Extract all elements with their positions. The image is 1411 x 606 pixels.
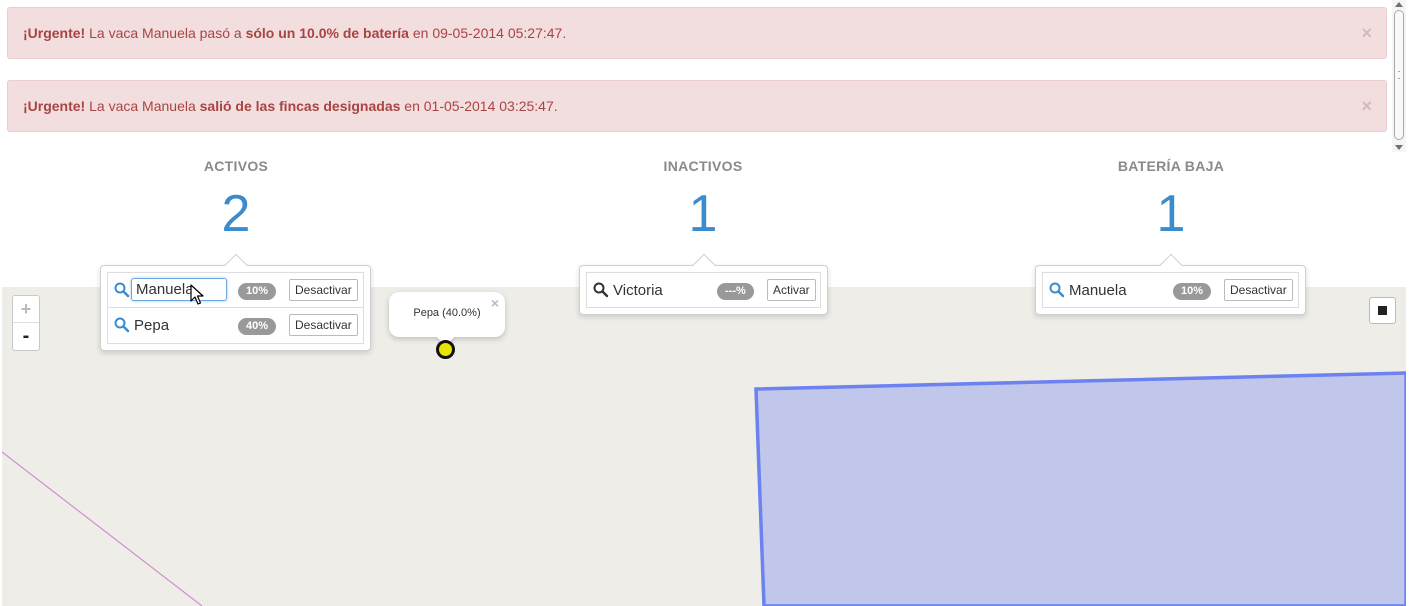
alert-text-end: en 09-05-2014 05:27:47. [408,25,567,41]
stat-title: ACTIVOS [203,158,269,174]
active-cows-popover: Manuela 10% Desactivar Pepa 40% Desactiv… [100,253,371,351]
battery-badge: ---% [717,283,754,300]
alert-prefix: ¡Urgente! [23,98,86,114]
alert-text: La vaca Manuela [85,98,200,114]
cow-name: Manuela [1069,282,1127,299]
stat-low-battery: BATERÍA BAJA 1 [1041,158,1301,242]
deactivate-button[interactable]: Desactivar [289,314,358,336]
activate-button[interactable]: Activar [767,279,816,301]
stat-value[interactable]: 1 [1041,186,1301,242]
alert-bold-text: sólo un 10.0% de batería [245,25,409,41]
stat-active: ACTIVOS 2 [106,158,366,242]
battery-badge: 10% [1173,283,1212,300]
stat-value[interactable]: 2 [106,186,366,242]
stat-title: INACTIVOS [663,158,743,174]
popup-text: Pepa (40.0%) [413,307,481,319]
cow-name: Victoria [613,282,663,299]
search-icon[interactable] [114,317,130,333]
map-road-line [2,451,203,606]
battery-badge: 40% [238,318,277,335]
battery-badge: 10% [238,283,277,300]
alert-close-button[interactable]: × [1361,81,1372,131]
alert-text-end: en 01-05-2014 03:25:47. [400,98,558,114]
stat-inactive: INACTIVOS 1 [573,158,833,242]
alert-prefix: ¡Urgente! [23,25,86,41]
cow-marker-pepa[interactable] [436,340,455,359]
farm-boundary-polygon[interactable] [754,371,1406,606]
low-battery-popover: Manuela 10% Desactivar [1035,253,1306,315]
deactivate-button[interactable]: Desactivar [1224,279,1293,301]
scroll-up-arrow-icon[interactable] [1395,2,1403,7]
cow-name: Pepa [134,317,170,334]
cow-row[interactable]: Victoria ---% Activar [586,272,821,308]
search-icon[interactable] [1049,282,1065,298]
zoom-out-button[interactable]: - [13,323,39,350]
scrollbar-thumb[interactable] [1394,10,1404,140]
alert-low-battery: ¡Urgente! La vaca Manuela pasó a sólo un… [7,7,1387,59]
cow-row[interactable]: Manuela 10% Desactivar [1042,272,1299,308]
alert-close-button[interactable]: × [1361,8,1372,58]
deactivate-button[interactable]: Desactivar [289,279,358,301]
stat-value[interactable]: 1 [573,186,833,242]
alert-left-farm: ¡Urgente! La vaca Manuela salió de las f… [7,80,1387,132]
alerts-scrollbar[interactable] [1392,0,1406,152]
alerts-panel: ¡Urgente! La vaca Manuela pasó a sólo un… [0,0,1392,152]
alert-bold-text: salió de las fincas designadas [199,98,401,114]
popup-close-button[interactable]: × [491,295,499,311]
stat-title: BATERÍA BAJA [1117,158,1225,174]
mouse-pointer-icon [190,284,204,305]
cow-row[interactable]: Pepa 40% Desactivar [107,308,364,344]
search-icon[interactable] [114,282,130,298]
scroll-down-arrow-icon[interactable] [1395,145,1403,150]
fullscreen-button[interactable] [1369,297,1396,324]
cow-name-input[interactable]: Manuela [131,278,227,301]
inactive-cows-popover: Victoria ---% Activar [579,253,828,315]
zoom-control: + - [12,295,40,351]
cow-row[interactable]: Manuela 10% Desactivar [107,272,364,308]
search-icon[interactable] [593,282,609,298]
alert-text: La vaca Manuela pasó a [85,25,246,41]
map-popup: Pepa (40.0%) × [389,292,505,346]
zoom-in-button[interactable]: + [13,296,39,323]
